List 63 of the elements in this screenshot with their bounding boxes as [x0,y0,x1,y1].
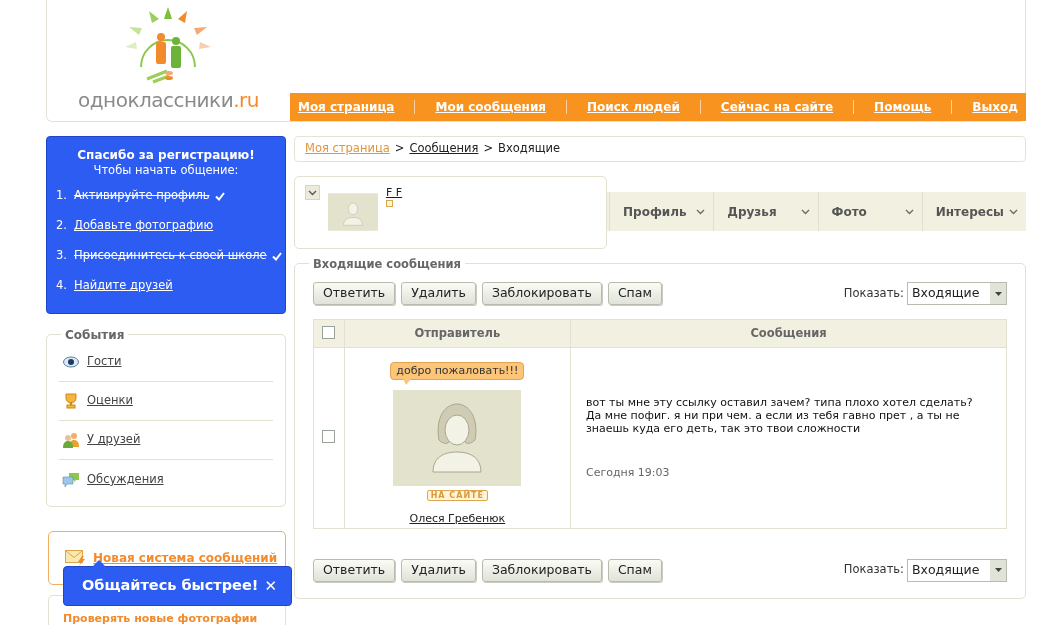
chevron-icon [1009,208,1018,215]
step-number: 2. [56,217,68,235]
profile-tab[interactable]: Друзья [713,192,818,231]
step-number: 4. [56,277,68,295]
registration-title: Спасибо за регистрацию! [76,148,256,163]
logo-text: одноклассники.ru [78,89,259,111]
action-button[interactable]: Заблокировать [481,558,602,582]
check-icon [271,251,282,261]
people-icon [62,432,80,448]
step-link[interactable]: Найдите друзей [74,277,173,295]
show-label: Показать: [843,284,904,302]
breadcrumb-link[interactable]: Сообщения [409,140,479,158]
event-link[interactable]: Гости [87,353,122,371]
checkbox[interactable] [322,429,336,443]
chat-icon [62,471,80,488]
eye-icon [63,356,79,368]
chevron-icon [800,208,810,215]
trophy-icon [63,393,79,409]
action-button[interactable]: Удалить [401,282,476,305]
chevron-icon [904,208,914,215]
profile-tab[interactable]: Фото [817,192,922,231]
event-link[interactable]: У друзей [87,431,141,449]
event-link[interactable]: Обсуждения [87,470,164,489]
action-button[interactable]: Ответить [313,282,396,305]
dropdown-arrow-icon [994,568,1002,572]
profile-tab[interactable]: Интересы [921,192,1026,231]
action-button[interactable]: Спам [607,558,662,582]
tooltip-text: Общайтесь быстрее! [82,576,259,596]
profile-name[interactable]: F F [386,186,403,199]
photos-card-title: Проверять новые фотографии [63,612,258,625]
check-icon [214,191,225,201]
show-select[interactable]: Входящие [907,558,1007,582]
step-number: 1. [56,187,68,205]
breadcrumb-current: Входящие [498,140,561,158]
status-icon [386,200,393,207]
dropdown-arrow-icon [994,291,1002,296]
step-link[interactable]: Активируйте профиль [74,187,210,205]
action-button[interactable]: Заблокировать [481,282,602,305]
message-text: вот ты мне эту ссылку оставил зачем? типа плохо хотел сделать? Да мне пофиг. я ни при чем. а если из тебя гавно прет , а ты не знаешь куда его деть, так это твои сложности [586,396,974,435]
online-badge: НА САЙТЕ [426,490,489,501]
action-button[interactable]: Удалить [401,558,476,582]
breadcrumb-separator: > [394,140,405,158]
profile-tab[interactable]: Профиль [609,192,714,231]
sender-link[interactable]: Олеся Гребенюк [409,511,506,528]
close-button[interactable]: ✕ [264,574,277,598]
step-link[interactable]: Добавьте фотографию [74,217,214,235]
step-link[interactable]: Присоединитесь к своей школе [74,247,267,265]
chevron-icon [696,208,706,215]
message-time: Сегодня 19:03 [586,465,671,481]
collapse-toggle[interactable] [305,185,320,200]
event-link[interactable]: Оценки [87,392,133,410]
checkbox[interactable] [322,325,336,339]
column-header: Отправитель [344,319,571,348]
envelope-icon [65,550,87,566]
action-button[interactable]: Ответить [313,558,396,582]
chevron-icon [308,189,317,196]
action-button[interactable]: Спам [607,282,662,305]
step-number: 3. [56,247,68,265]
column-header: Сообщения [570,319,1007,348]
registration-subtitle: Чтобы начать общение: [92,163,240,177]
breadcrumb-separator: > [483,140,494,158]
show-label: Показать: [843,561,904,579]
show-select[interactable]: Входящие [907,282,1007,305]
